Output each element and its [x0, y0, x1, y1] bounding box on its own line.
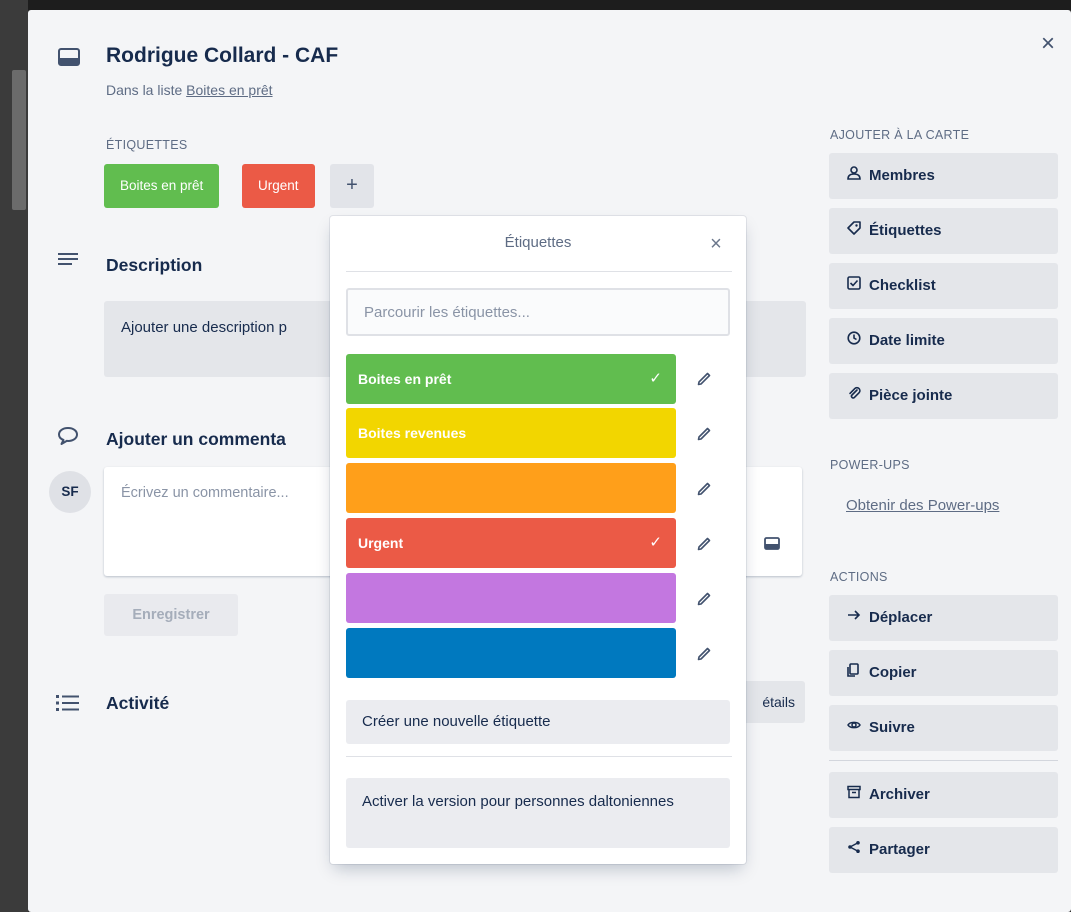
card-icon — [58, 48, 80, 66]
sidebar-due-date-label: Date limite — [869, 332, 945, 349]
sidebar-share-button[interactable]: Partager — [829, 827, 1058, 873]
sidebar-copy-button[interactable]: Copier — [829, 650, 1058, 696]
sidebar-archive-label: Archiver — [869, 786, 930, 803]
card-attach-icon[interactable] — [764, 537, 780, 550]
popover-divider-top — [346, 271, 732, 272]
save-comment-button[interactable]: Enregistrer — [104, 594, 238, 636]
sidebar-members-label: Membres — [869, 167, 935, 184]
edit-label-pencil-icon[interactable] — [690, 640, 718, 668]
comment-placeholder: Écrivez un commentaire... — [121, 485, 289, 501]
edit-label-pencil-icon[interactable] — [690, 530, 718, 558]
add-to-card-heading: AJOUTER À LA CARTE — [830, 128, 970, 142]
sidebar-divider — [829, 760, 1058, 761]
popover-divider-bottom — [346, 756, 732, 757]
powerups-heading: POWER-UPS — [830, 458, 910, 472]
label-search-input[interactable] — [346, 288, 730, 336]
card-title[interactable]: Rodrigue Collard - CAF — [106, 44, 338, 68]
sidebar-move-button[interactable]: Déplacer — [829, 595, 1058, 641]
label-option-boites-revenues[interactable]: Boites revenues — [346, 408, 676, 458]
label-option-boites-en-pret[interactable]: Boites en prêt ✓ — [346, 354, 676, 404]
label-option-text: Urgent — [358, 535, 404, 551]
sidebar-members-button[interactable]: Membres — [829, 153, 1058, 199]
get-powerups-link[interactable]: Obtenir des Power-ups — [846, 497, 999, 514]
close-card-icon[interactable]: × — [1034, 30, 1062, 58]
popover-close-icon[interactable]: × — [702, 230, 730, 258]
label-option-orange[interactable] — [346, 463, 676, 513]
sidebar-due-date-button[interactable]: Date limite — [829, 318, 1058, 364]
sidebar-move-label: Déplacer — [869, 609, 933, 626]
eye-icon — [845, 705, 863, 751]
label-option-text: Boites en prêt — [358, 371, 452, 387]
sidebar-watch-button[interactable]: Suivre — [829, 705, 1058, 751]
sidebar-checklist-button[interactable]: Checklist — [829, 263, 1058, 309]
edit-label-pencil-icon[interactable] — [690, 475, 718, 503]
board-backdrop-top — [0, 0, 1071, 10]
list-link[interactable]: Boites en prêt — [186, 82, 272, 98]
sidebar-share-label: Partager — [869, 841, 930, 858]
colorblind-mode-button[interactable]: Activer la version pour personnes dalton… — [346, 778, 730, 848]
check-icon: ✓ — [649, 534, 662, 551]
label-chip-urgent[interactable]: Urgent — [242, 164, 315, 208]
in-list-prefix: Dans la liste — [106, 82, 187, 98]
comment-icon — [58, 427, 78, 445]
sidebar-checklist-label: Checklist — [869, 277, 936, 294]
arrow-right-icon — [845, 595, 863, 641]
board-scroll-strip — [12, 70, 26, 210]
description-icon — [58, 253, 78, 265]
sidebar-copy-label: Copier — [869, 664, 917, 681]
activity-icon — [56, 695, 79, 711]
board-backdrop-left — [0, 0, 28, 912]
actions-heading: ACTIONS — [830, 570, 888, 584]
sidebar-labels-button[interactable]: Étiquettes — [829, 208, 1058, 254]
label-option-text: Boites revenues — [358, 425, 467, 441]
avatar[interactable]: SF — [49, 471, 91, 513]
person-icon — [845, 153, 863, 199]
comment-heading: Ajouter un commenta — [106, 429, 286, 449]
description-heading: Description — [106, 255, 203, 275]
create-label-button[interactable]: Créer une nouvelle étiquette — [346, 700, 730, 744]
labels-popover: Étiquettes × Boites en prêt ✓ Boites rev… — [330, 216, 746, 864]
labels-heading: ÉTIQUETTES — [106, 138, 188, 152]
edit-label-pencil-icon[interactable] — [690, 420, 718, 448]
sidebar-watch-label: Suivre — [869, 719, 915, 736]
label-option-blue[interactable] — [346, 628, 676, 678]
check-icon: ✓ — [649, 370, 662, 387]
popover-title: Étiquettes — [504, 234, 572, 251]
share-icon — [845, 827, 863, 873]
paperclip-icon — [845, 373, 863, 419]
sidebar-labels-label: Étiquettes — [869, 222, 942, 239]
sidebar-attachment-label: Pièce jointe — [869, 387, 953, 404]
sidebar-attachment-button[interactable]: Pièce jointe — [829, 373, 1058, 419]
clock-icon — [845, 318, 863, 364]
label-option-purple[interactable] — [346, 573, 676, 623]
edit-label-pencil-icon[interactable] — [690, 365, 718, 393]
label-chip-boites-en-pret[interactable]: Boites en prêt — [104, 164, 220, 208]
card-list-info: Dans la liste Boites en prêt — [106, 82, 273, 98]
archive-icon — [845, 772, 863, 818]
checkbox-icon — [845, 263, 863, 309]
tag-icon — [845, 208, 863, 254]
label-option-urgent[interactable]: Urgent ✓ — [346, 518, 676, 568]
activity-heading: Activité — [106, 693, 170, 713]
add-label-button[interactable]: + — [330, 164, 374, 208]
edit-label-pencil-icon[interactable] — [690, 585, 718, 613]
sidebar-archive-button[interactable]: Archiver — [829, 772, 1058, 818]
copy-icon — [845, 650, 863, 696]
